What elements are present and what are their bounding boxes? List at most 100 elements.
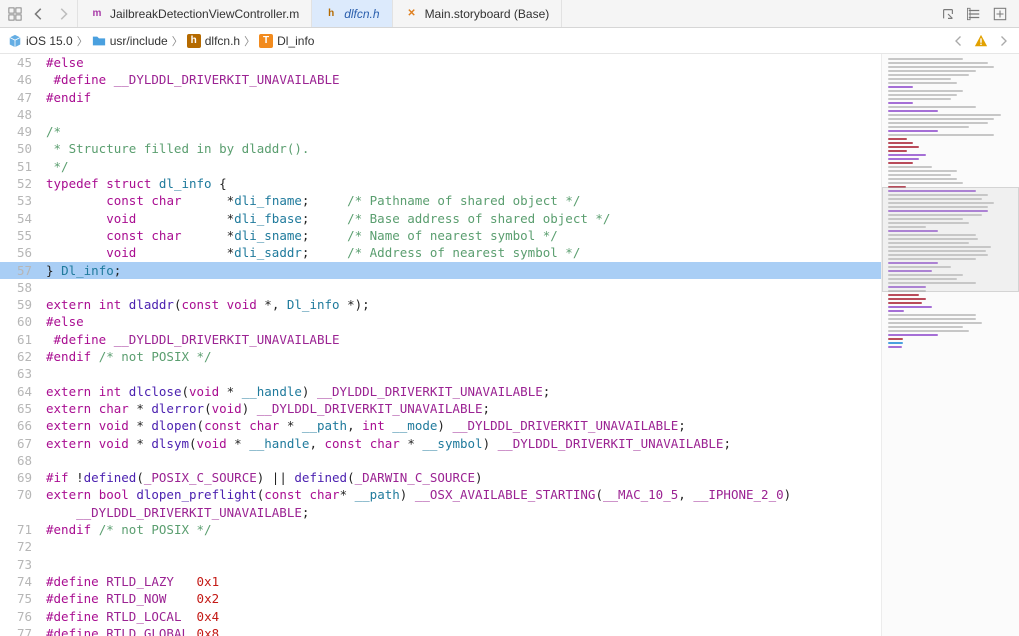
warning-icon[interactable] — [973, 33, 989, 49]
breadcrumbs: iOS 15.0〉usr/include〉hdlfcn.h〉TDl_info — [8, 33, 314, 49]
line-number: 72 — [0, 538, 40, 555]
tab-navigation — [6, 5, 78, 23]
minimap-line — [888, 66, 994, 68]
code-content: const char *dli_sname; /* Name of neares… — [40, 227, 881, 244]
line-number: 53 — [0, 192, 40, 209]
code-line[interactable]: 58 — [0, 279, 881, 296]
breadcrumb-item[interactable]: iOS 15.0 — [8, 34, 73, 48]
code-line[interactable]: 55 const char *dli_sname; /* Name of nea… — [0, 227, 881, 244]
file-type-icon: ✕ — [405, 7, 419, 21]
minimap-line — [888, 310, 904, 312]
breadcrumb-item[interactable]: usr/include — [92, 34, 168, 48]
code-line[interactable]: 54 void *dli_fbase; /* Base address of s… — [0, 210, 881, 227]
line-number: 65 — [0, 400, 40, 417]
add-editor-icon[interactable] — [991, 5, 1009, 23]
line-number: 69 — [0, 469, 40, 486]
chevron-right-icon: 〉 — [77, 33, 88, 49]
line-number: 76 — [0, 608, 40, 625]
code-line[interactable]: 46 #define __DYLDDL_DRIVERKIT_UNAVAILABL… — [0, 71, 881, 88]
tab-right-controls — [939, 5, 1013, 23]
code-line[interactable]: 65extern char * dlerror(void) __DYLDDL_D… — [0, 400, 881, 417]
folder-icon — [92, 34, 106, 48]
recent-files-icon[interactable] — [939, 5, 957, 23]
line-number: 60 — [0, 313, 40, 330]
code-line[interactable]: 73 — [0, 556, 881, 573]
minimap-line — [888, 146, 919, 148]
minimap-line — [888, 338, 903, 340]
minimap-line — [888, 166, 932, 168]
code-line[interactable]: 49/* — [0, 123, 881, 140]
nav-forward-icon[interactable] — [54, 5, 72, 23]
code-line[interactable]: 64extern int dlclose(void * __handle) __… — [0, 383, 881, 400]
line-number: 71 — [0, 521, 40, 538]
code-content: extern int dladdr(const void *, Dl_info … — [40, 296, 881, 313]
code-line[interactable]: 60#else — [0, 313, 881, 330]
code-line[interactable]: 61 #define __DYLDDL_DRIVERKIT_UNAVAILABL… — [0, 331, 881, 348]
breadcrumb-label: iOS 15.0 — [26, 34, 73, 48]
minimap-line — [888, 318, 976, 320]
tab-jailbreakdetectionviewcontroller-m[interactable]: mJailbreakDetectionViewController.m — [77, 0, 312, 27]
file-type-icon: m — [90, 7, 104, 21]
minimap-line — [888, 106, 976, 108]
code-line[interactable]: 77#define RTLD_GLOBAL 0x8 — [0, 625, 881, 636]
adjust-editor-icon[interactable] — [965, 5, 983, 23]
minimap-line — [888, 110, 938, 112]
minimap-line — [888, 298, 926, 300]
code-line[interactable]: 45#else — [0, 54, 881, 71]
minimap-line — [888, 302, 922, 304]
code-line[interactable]: 50 * Structure filled in by dladdr(). — [0, 140, 881, 157]
next-issue-icon[interactable] — [995, 33, 1011, 49]
line-number: 45 — [0, 54, 40, 71]
code-line[interactable]: 52typedef struct dl_info { — [0, 175, 881, 192]
minimap-line — [888, 330, 969, 332]
code-line[interactable]: 53 const char *dli_fname; /* Pathname of… — [0, 192, 881, 209]
code-line[interactable]: 62#endif /* not POSIX */ — [0, 348, 881, 365]
line-number: 61 — [0, 331, 40, 348]
code-line[interactable]: 70extern bool dlopen_preflight(const cha… — [0, 486, 881, 503]
line-number: 56 — [0, 244, 40, 261]
code-line[interactable]: 71#endif /* not POSIX */ — [0, 521, 881, 538]
code-line[interactable]: 76#define RTLD_LOCAL 0x4 — [0, 608, 881, 625]
tab-main-storyboard-base-[interactable]: ✕Main.storyboard (Base) — [392, 0, 563, 27]
tab-dlfcn-h[interactable]: hdlfcn.h — [311, 0, 392, 27]
minimap[interactable] — [881, 54, 1019, 636]
code-content — [40, 452, 881, 469]
code-line[interactable]: 69#if !defined(_POSIX_C_SOURCE) || defin… — [0, 469, 881, 486]
line-number: 73 — [0, 556, 40, 573]
minimap-line — [888, 138, 907, 140]
code-line[interactable]: 72 — [0, 538, 881, 555]
related-items-icon[interactable] — [6, 5, 24, 23]
nav-back-icon[interactable] — [30, 5, 48, 23]
minimap-line — [888, 182, 963, 184]
code-line[interactable]: 47#endif — [0, 89, 881, 106]
prev-issue-icon[interactable] — [951, 33, 967, 49]
line-number: 59 — [0, 296, 40, 313]
code-content: extern bool dlopen_preflight(const char*… — [40, 486, 881, 503]
minimap-line — [888, 178, 957, 180]
code-content: typedef struct dl_info { — [40, 175, 881, 192]
line-number: 52 — [0, 175, 40, 192]
line-number: 46 — [0, 71, 40, 88]
minimap-line — [888, 134, 994, 136]
code-line[interactable]: 48 — [0, 106, 881, 123]
code-editor[interactable]: 45#else46 #define __DYLDDL_DRIVERKIT_UNA… — [0, 54, 881, 636]
code-line[interactable]: 63 — [0, 365, 881, 382]
code-line[interactable]: __DYLDDL_DRIVERKIT_UNAVAILABLE; — [0, 504, 881, 521]
code-content — [40, 279, 881, 296]
code-line[interactable]: 51 */ — [0, 158, 881, 175]
code-line[interactable]: 66extern void * dlopen(const char * __pa… — [0, 417, 881, 434]
breadcrumb-item[interactable]: hdlfcn.h — [187, 34, 240, 48]
code-content: #define __DYLDDL_DRIVERKIT_UNAVAILABLE — [40, 71, 881, 88]
code-line[interactable]: 68 — [0, 452, 881, 469]
code-content — [40, 365, 881, 382]
code-line[interactable]: 56 void *dli_saddr; /* Address of neares… — [0, 244, 881, 261]
code-line[interactable]: 75#define RTLD_NOW 0x2 — [0, 590, 881, 607]
code-line[interactable]: 74#define RTLD_LAZY 0x1 — [0, 573, 881, 590]
breadcrumb-item[interactable]: TDl_info — [259, 34, 314, 48]
code-line[interactable]: 57} Dl_info; — [0, 262, 881, 279]
minimap-viewport[interactable] — [882, 187, 1019, 292]
breadcrumb-label: usr/include — [110, 34, 168, 48]
tab-bar: mJailbreakDetectionViewController.mhdlfc… — [0, 0, 1019, 28]
code-line[interactable]: 67extern void * dlsym(void * __handle, c… — [0, 435, 881, 452]
code-line[interactable]: 59extern int dladdr(const void *, Dl_inf… — [0, 296, 881, 313]
